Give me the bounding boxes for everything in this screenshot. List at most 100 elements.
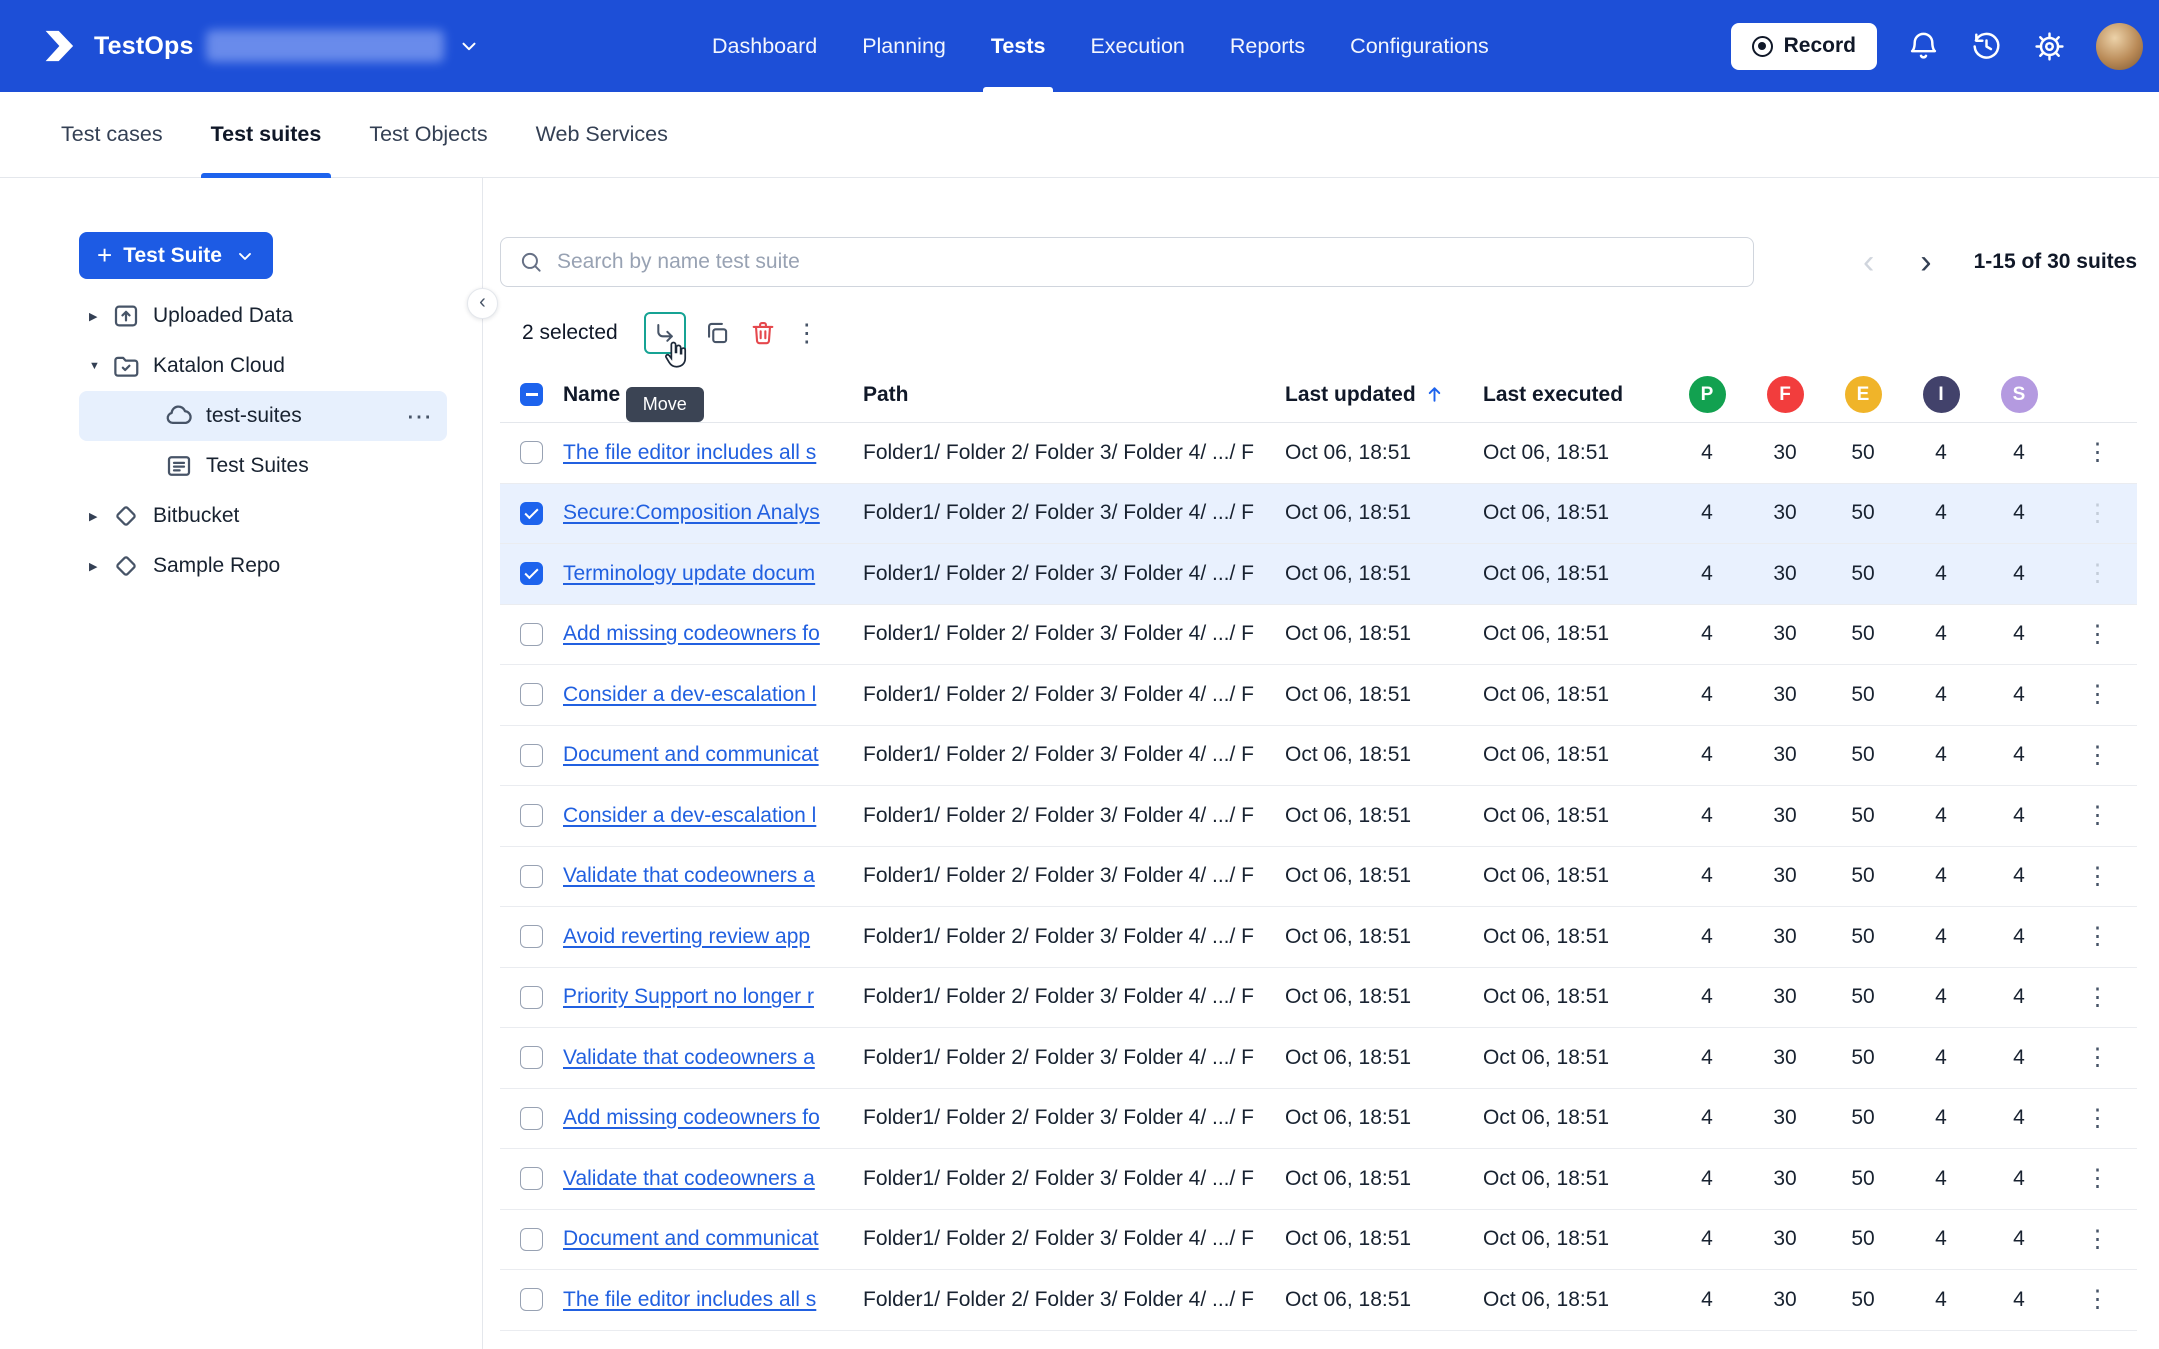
search-input[interactable] xyxy=(557,250,1736,274)
row-menu-button[interactable]: ⋮ xyxy=(2058,559,2137,588)
tab-test-suites[interactable]: Test suites xyxy=(200,92,332,178)
user-avatar[interactable] xyxy=(2096,22,2143,70)
tree-item-bitbucket[interactable]: ▶ Bitbucket xyxy=(79,491,447,541)
table-row[interactable]: Terminology update docum Folder1/ Folder… xyxy=(500,544,2137,605)
row-menu-button[interactable]: ⋮ xyxy=(2058,1043,2137,1072)
table-row[interactable]: Consider a dev-escalation l Folder1/ Fol… xyxy=(500,786,2137,847)
caret-down-icon[interactable]: ▼ xyxy=(89,360,111,372)
table-row[interactable]: Document and communicat Folder1/ Folder … xyxy=(500,1210,2137,1270)
table-row[interactable]: Document and communicat Folder1/ Folder … xyxy=(500,726,2137,786)
caret-right-icon[interactable]: ▶ xyxy=(89,510,111,523)
tab-web-services[interactable]: Web Services xyxy=(536,92,668,177)
row-menu-button[interactable]: ⋮ xyxy=(2058,680,2137,709)
table-row[interactable]: Add missing codeowners fo Folder1/ Folde… xyxy=(500,1089,2137,1149)
nav-reports[interactable]: Reports xyxy=(1230,0,1305,92)
column-last-updated[interactable]: Last updated xyxy=(1285,383,1483,407)
tree-item-test-suites[interactable]: Test Suites xyxy=(79,441,447,491)
chevron-down-icon[interactable] xyxy=(458,35,480,57)
row-menu-button[interactable]: ⋮ xyxy=(2058,1104,2137,1133)
table-row[interactable]: Priority Support no longer r Folder1/ Fo… xyxy=(500,968,2137,1028)
nav-execution[interactable]: Execution xyxy=(1090,0,1184,92)
row-menu-button[interactable]: ⋮ xyxy=(2058,922,2137,951)
caret-right-icon[interactable]: ▶ xyxy=(89,310,111,323)
table-row[interactable]: Validate that codeowners a Folder1/ Fold… xyxy=(500,1149,2137,1210)
table-row[interactable]: Consider a dev-escalation l Folder1/ Fol… xyxy=(500,665,2137,726)
row-checkbox[interactable] xyxy=(520,683,543,707)
suite-name-link[interactable]: Add missing codeowners fo xyxy=(563,1106,853,1130)
suite-name-link[interactable]: Document and communicat xyxy=(563,743,853,767)
previous-page-button[interactable]: ‹ xyxy=(1863,245,1874,279)
suite-name-link[interactable]: The file editor includes all s xyxy=(563,1288,853,1312)
row-checkbox[interactable] xyxy=(520,1288,543,1312)
suite-name-link[interactable]: Validate that codeowners a xyxy=(563,1167,853,1191)
suite-name-link[interactable]: Terminology update docum xyxy=(563,562,853,586)
row-menu-button[interactable]: ⋮ xyxy=(2058,438,2137,467)
row-checkbox[interactable] xyxy=(520,1046,543,1070)
more-actions-button[interactable]: ⋮ xyxy=(794,318,820,348)
table-row[interactable]: Secure:Composition Analys Folder1/ Folde… xyxy=(500,483,2137,544)
suite-name-link[interactable]: Validate that codeowners a xyxy=(563,1046,853,1070)
table-row[interactable]: Add missing codeowners fo Folder1/ Folde… xyxy=(500,605,2137,665)
column-last-executed[interactable]: Last executed xyxy=(1483,383,1668,407)
nav-tests[interactable]: Tests xyxy=(982,0,1053,92)
row-checkbox[interactable] xyxy=(520,864,543,888)
column-name[interactable]: Name xyxy=(563,383,863,407)
row-checkbox[interactable] xyxy=(520,985,543,1009)
next-page-button[interactable]: › xyxy=(1920,245,1931,279)
table-row[interactable]: Validate that codeowners a Folder1/ Fold… xyxy=(500,1028,2137,1089)
row-menu-button[interactable]: ⋮ xyxy=(2058,1164,2137,1193)
row-menu-button[interactable]: ⋮ xyxy=(2058,1225,2137,1254)
table-row[interactable]: The file editor includes all s Folder1/ … xyxy=(500,1270,2137,1331)
table-row[interactable]: Validate that codeowners a Folder1/ Fold… xyxy=(500,847,2137,907)
suite-name-link[interactable]: Avoid reverting review app xyxy=(563,925,853,949)
row-menu-button[interactable]: ⋮ xyxy=(2058,862,2137,891)
tab-test-cases[interactable]: Test cases xyxy=(61,92,163,177)
row-checkbox[interactable] xyxy=(520,743,543,767)
row-checkbox[interactable] xyxy=(520,562,543,586)
sidebar-collapse-button[interactable]: ‹ xyxy=(467,288,498,319)
suite-name-link[interactable]: Priority Support no longer r xyxy=(563,985,853,1009)
row-menu-button[interactable]: ⋮ xyxy=(2058,620,2137,649)
suite-name-link[interactable]: The file editor includes all s xyxy=(563,441,853,465)
tree-item-test-suites[interactable]: test-suites ⋯ xyxy=(79,391,447,441)
row-checkbox[interactable] xyxy=(520,622,543,646)
row-menu-button[interactable]: ⋮ xyxy=(2058,1285,2137,1314)
tree-item-uploaded-data[interactable]: ▶ Uploaded Data xyxy=(79,291,447,341)
row-checkbox[interactable] xyxy=(520,804,543,828)
delete-button[interactable] xyxy=(748,318,778,348)
history-icon[interactable] xyxy=(1970,30,2003,63)
new-test-suite-button[interactable]: + Test Suite xyxy=(79,232,273,279)
row-checkbox[interactable] xyxy=(520,501,543,525)
row-menu-button[interactable]: ⋮ xyxy=(2058,741,2137,770)
sort-ascending-icon[interactable] xyxy=(1423,383,1446,406)
row-menu-button[interactable]: ⋮ xyxy=(2058,499,2137,528)
move-button[interactable]: Move xyxy=(625,312,704,422)
select-all-checkbox[interactable] xyxy=(520,383,543,406)
row-menu-button[interactable]: ⋮ xyxy=(2058,983,2137,1012)
row-checkbox[interactable] xyxy=(520,1167,543,1191)
column-path[interactable]: Path xyxy=(863,383,1285,407)
workspace-name-redacted[interactable] xyxy=(205,30,444,62)
suite-name-link[interactable]: Document and communicat xyxy=(563,1227,853,1251)
notifications-bell-icon[interactable] xyxy=(1907,30,1940,63)
row-checkbox[interactable] xyxy=(520,925,543,949)
suite-name-link[interactable]: Consider a dev-escalation l xyxy=(563,804,853,828)
row-checkbox[interactable] xyxy=(520,1227,543,1251)
tree-item-katalon-cloud[interactable]: ▼ Katalon Cloud xyxy=(79,341,447,391)
search-box[interactable] xyxy=(500,237,1754,287)
tab-test-objects[interactable]: Test Objects xyxy=(369,92,487,177)
table-row[interactable]: Avoid reverting review app Folder1/ Fold… xyxy=(500,907,2137,968)
nav-configurations[interactable]: Configurations xyxy=(1350,0,1489,92)
record-button[interactable]: Record xyxy=(1730,22,1877,70)
row-checkbox[interactable] xyxy=(520,1106,543,1130)
suite-name-link[interactable]: Consider a dev-escalation l xyxy=(563,683,853,707)
suite-name-link[interactable]: Add missing codeowners fo xyxy=(563,622,853,646)
duplicate-button[interactable] xyxy=(702,318,732,348)
nav-dashboard[interactable]: Dashboard xyxy=(712,0,817,92)
suite-name-link[interactable]: Secure:Composition Analys xyxy=(563,501,853,525)
suite-name-link[interactable]: Validate that codeowners a xyxy=(563,864,853,888)
nav-planning[interactable]: Planning xyxy=(862,0,946,92)
tree-item-sample-repo[interactable]: ▶ Sample Repo xyxy=(79,541,447,591)
table-row[interactable]: The file editor includes all s Folder1/ … xyxy=(500,423,2137,484)
row-checkbox[interactable] xyxy=(520,441,543,465)
